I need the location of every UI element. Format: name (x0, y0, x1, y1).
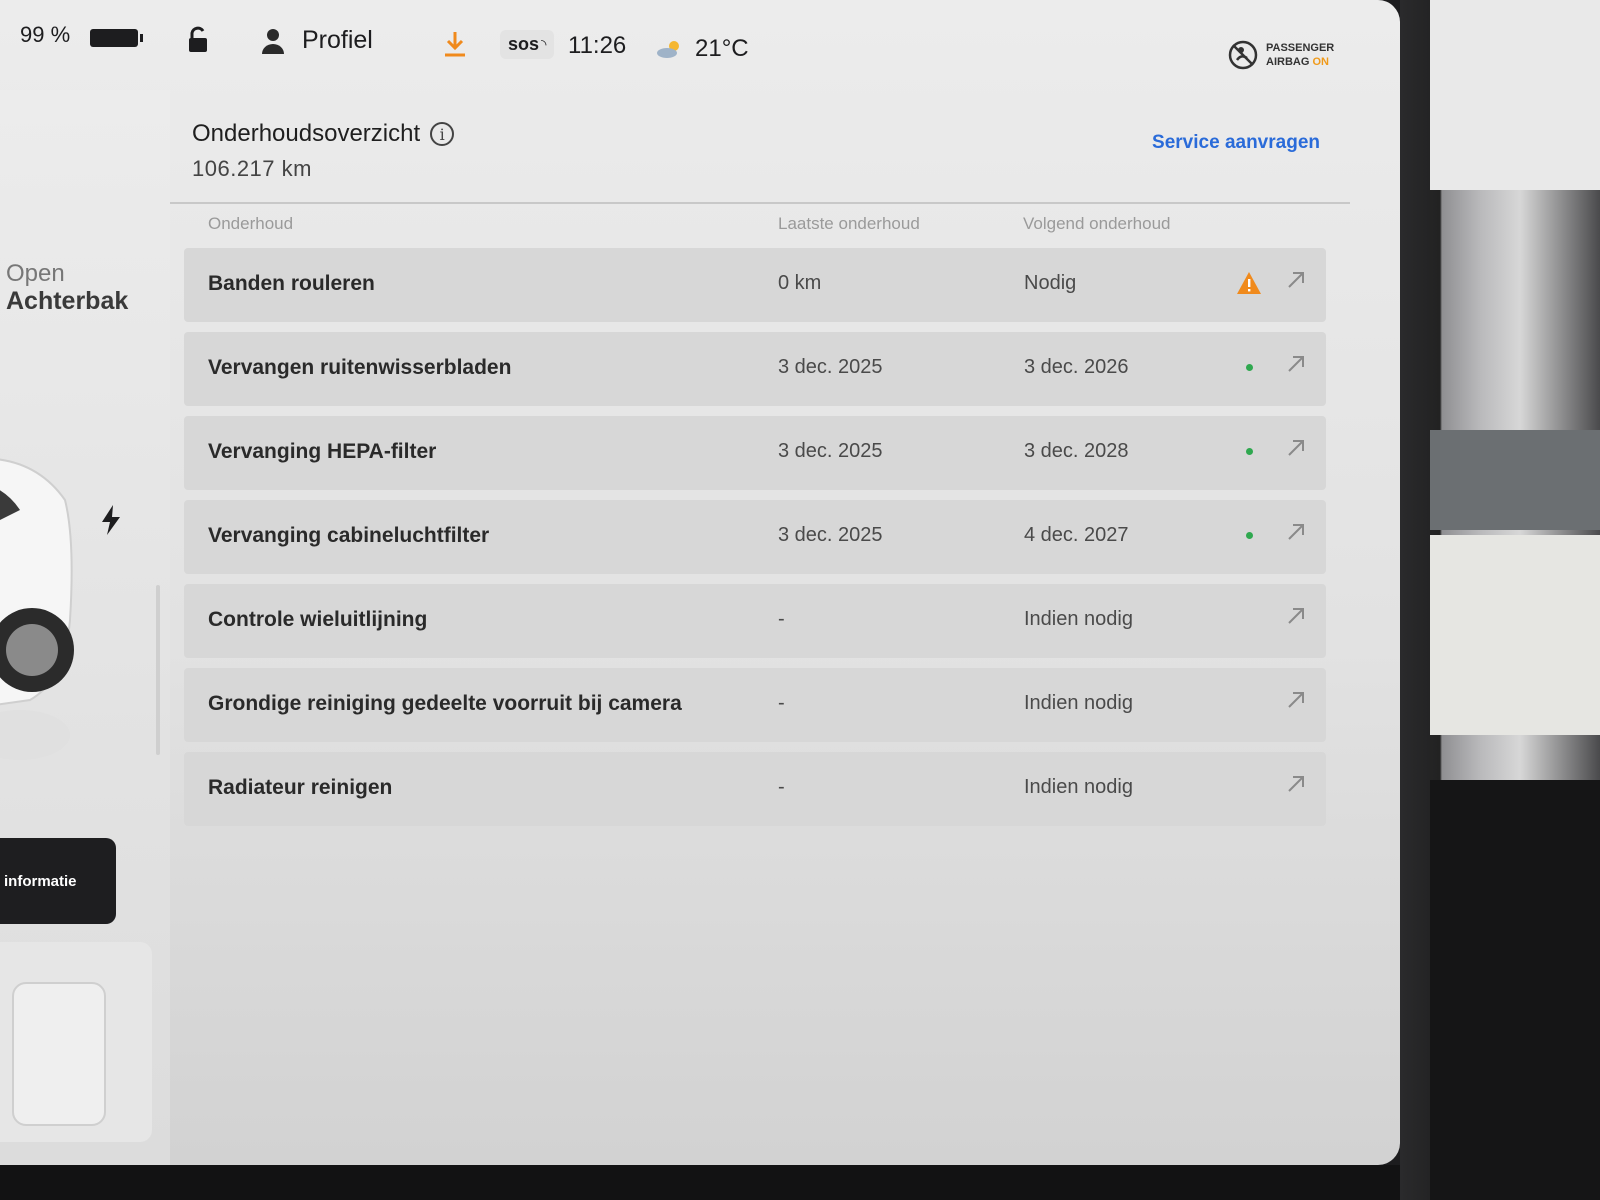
temperature: 21°C (695, 35, 749, 62)
person-icon (262, 28, 284, 54)
odometer: 106.217 km (192, 156, 312, 181)
table-row[interactable]: Radiateur reinigen - Indien nodig (184, 752, 1326, 826)
row-last-service: - (778, 692, 785, 714)
trunk-label[interactable]: Achterbak (6, 287, 128, 316)
external-arrow-icon[interactable] (1284, 604, 1308, 628)
row-task: Vervanging cabineluchtfilter (208, 524, 490, 547)
vehicle-panel: Open Achterbak informatie (0, 90, 170, 1165)
external-arrow-icon[interactable] (1284, 436, 1308, 460)
download-icon[interactable] (442, 30, 468, 58)
row-last-service: 0 km (778, 272, 822, 294)
page-title: Onderhoudsoverzicht i (192, 120, 455, 148)
profile-button[interactable]: Profiel (262, 26, 373, 55)
warning-icon (1236, 270, 1262, 296)
status-ok-dot (1236, 522, 1262, 548)
table-row[interactable]: Vervanging HEPA-filter 3 dec. 2025 3 dec. … (184, 416, 1326, 490)
external-arrow-icon[interactable] (1284, 688, 1308, 712)
touchscreen: 99 % Profiel sos ◝ 11:26 21°C PASSENGER … (0, 0, 1400, 1165)
airbag-state: ON (1312, 56, 1329, 68)
battery-percentage: 99 % (20, 22, 71, 47)
scroll-handle[interactable] (156, 585, 160, 755)
info-button[interactable]: informatie (0, 838, 116, 924)
airbag-line2: AIRBAG (1266, 56, 1310, 68)
maintenance-panel: Onderhoudsoverzicht i 106.217 km Service… (170, 90, 1360, 1165)
car-image (0, 458, 74, 760)
clock: 11:26 (568, 32, 627, 59)
row-last-service: - (778, 776, 785, 798)
cloud-sun-icon (657, 41, 679, 58)
column-header-next: Volgend onderhoud (1023, 214, 1171, 233)
status-bar: 99 % Profiel sos ◝ 11:26 21°C PASSENGER … (0, 0, 1400, 90)
status-ok-dot (1236, 438, 1262, 464)
sos-label: sos (508, 34, 540, 54)
bottom-bezel (0, 1165, 1400, 1200)
row-next-service: Nodig (1024, 272, 1077, 294)
sos-button[interactable]: sos ◝ (500, 30, 555, 59)
row-last-service: - (778, 608, 785, 630)
row-task: Vervanging HEPA-filter (208, 440, 437, 463)
background-right (1400, 0, 1600, 1200)
row-task: Grondige reiniging gedeelte voorruit bij… (208, 692, 682, 715)
column-header-task: Onderhoud (208, 214, 294, 233)
table-row[interactable]: Controle wieluitlijning - Indien nodig (184, 584, 1326, 658)
weather: 21°C (655, 35, 749, 63)
row-task: Banden rouleren (208, 272, 375, 295)
row-next-service: Indien nodig (1024, 692, 1133, 714)
info-button-label: informatie (4, 872, 77, 890)
row-next-service: Indien nodig (1024, 608, 1133, 630)
column-header-last: Laatste onderhoud (778, 214, 920, 233)
header-divider (170, 202, 1350, 204)
profile-label: Profiel (302, 26, 373, 54)
row-last-service: 3 dec. 2025 (778, 356, 883, 378)
table-row[interactable]: Vervanging cabineluchtfilter 3 dec. 2025 4… (184, 500, 1326, 574)
row-task: Controle wieluitlijning (208, 608, 428, 631)
passenger-airbag-indicator: PASSENGER AIRBAG ON (1228, 40, 1334, 70)
info-icon[interactable]: i (430, 122, 455, 146)
row-next-service: 4 dec. 2027 (1024, 524, 1129, 546)
title-text: Onderhoudsoverzicht (192, 120, 421, 147)
trunk-open-action[interactable]: Open (6, 260, 65, 288)
battery-icon (90, 28, 144, 48)
row-task: Vervangen ruitenwisserbladen (208, 356, 512, 379)
airbag-off-icon (1228, 40, 1258, 70)
seat-card[interactable] (0, 942, 152, 1142)
request-service-link[interactable]: Service aanvragen (1152, 132, 1320, 154)
charging-bolt-icon (102, 505, 120, 535)
external-arrow-icon[interactable] (1284, 772, 1308, 796)
row-next-service: 3 dec. 2028 (1024, 440, 1129, 462)
table-row[interactable]: Grondige reiniging gedeelte voorruit bij… (184, 668, 1326, 742)
external-arrow-icon[interactable] (1284, 352, 1308, 376)
external-arrow-icon[interactable] (1284, 268, 1308, 292)
row-last-service: 3 dec. 2025 (778, 524, 883, 546)
row-next-service: Indien nodig (1024, 776, 1133, 798)
phone-signal-icon: ◝ (541, 36, 547, 52)
table-row[interactable]: Banden rouleren 0 km Nodig (184, 248, 1326, 322)
seat-icon (12, 982, 106, 1126)
status-ok-dot (1236, 354, 1262, 380)
external-arrow-icon[interactable] (1284, 520, 1308, 544)
table-row[interactable]: Vervangen ruitenwisserbladen 3 dec. 2025 3… (184, 332, 1326, 406)
unlock-icon[interactable] (186, 26, 212, 54)
airbag-line1: PASSENGER (1266, 42, 1335, 54)
row-task: Radiateur reinigen (208, 776, 393, 799)
row-last-service: 3 dec. 2025 (778, 440, 883, 462)
row-next-service: 3 dec. 2026 (1024, 356, 1129, 378)
